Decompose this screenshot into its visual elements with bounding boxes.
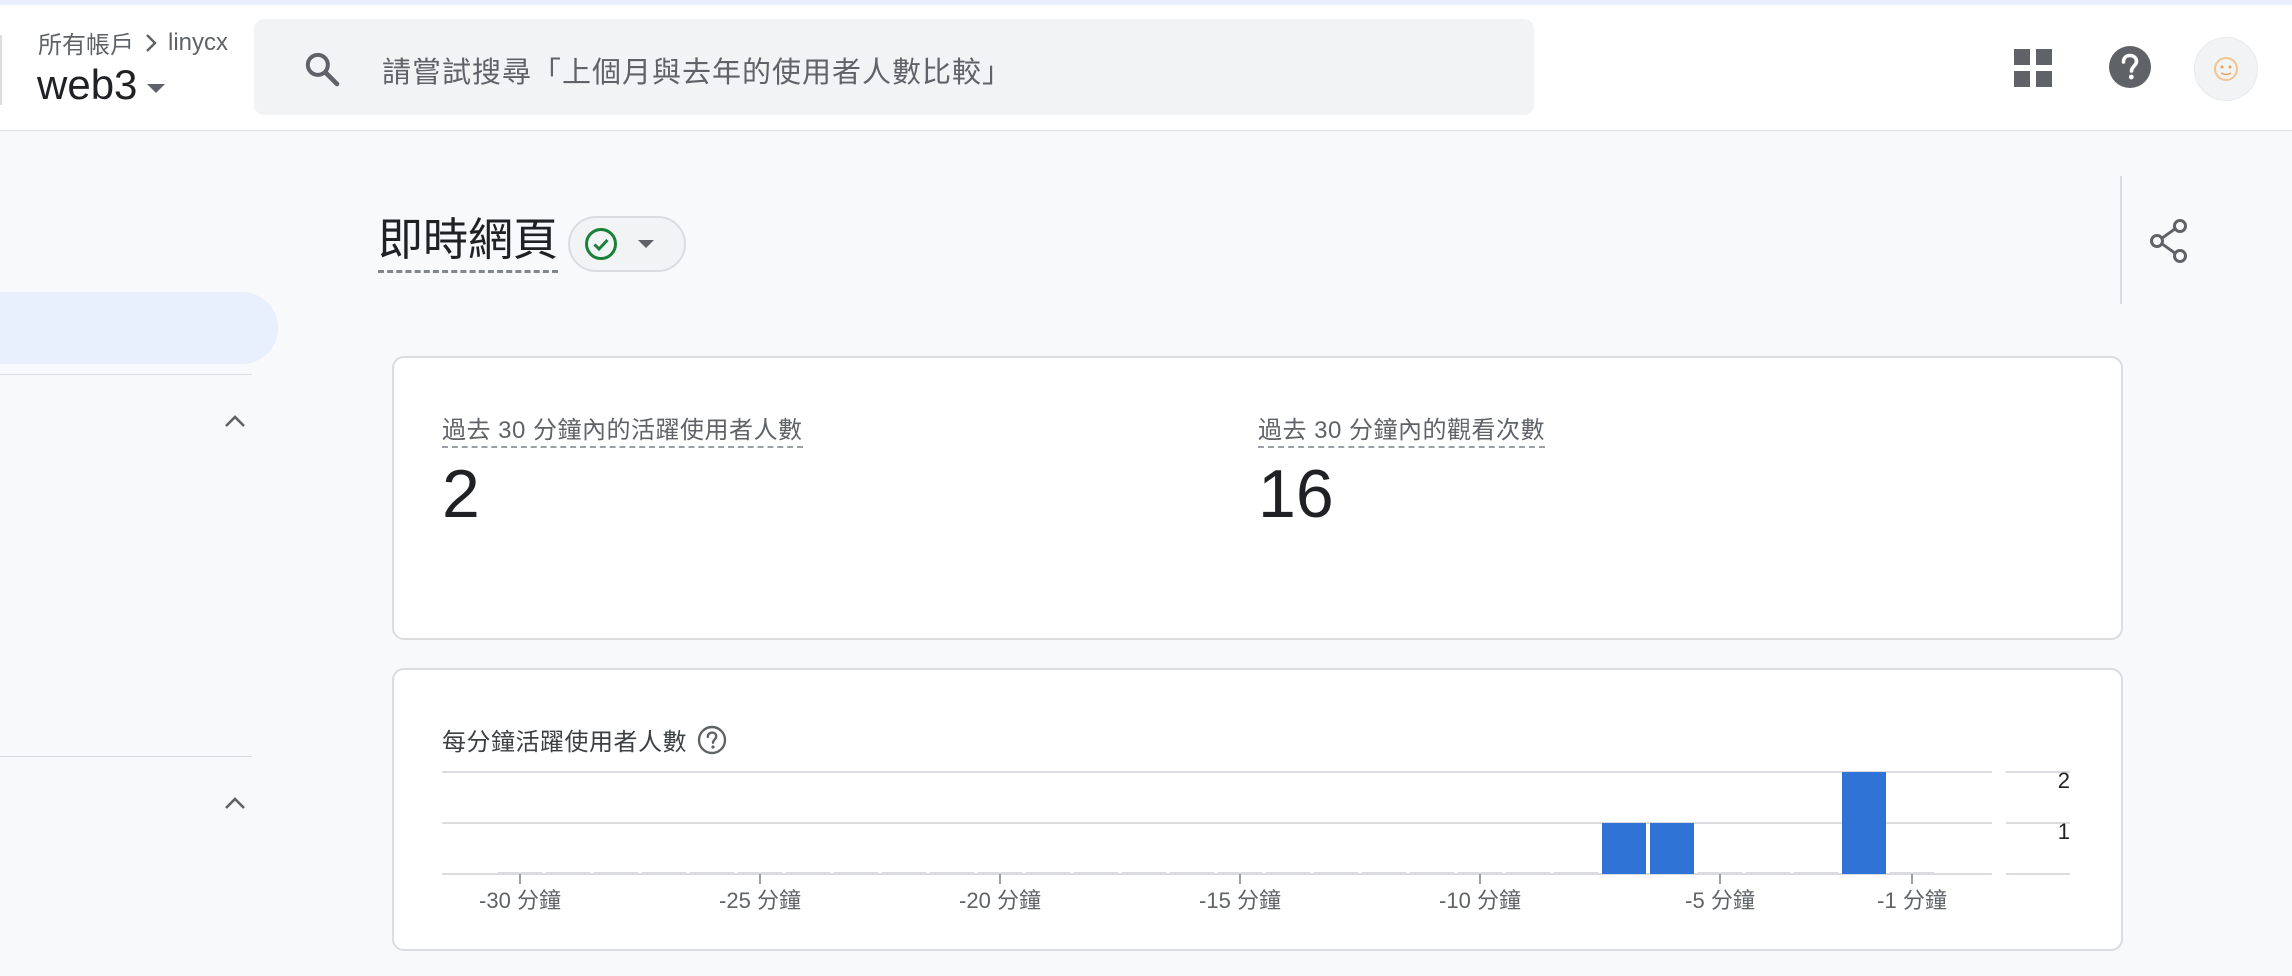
chart-bar [834, 872, 878, 874]
data-quality-chip[interactable] [568, 215, 687, 272]
sidebar-divider [0, 374, 252, 375]
search-icon [305, 52, 340, 87]
search-placeholder: 請嘗試搜尋「上個月與去年的使用者人數比較」 [382, 57, 1013, 89]
chart-bar [642, 872, 686, 874]
chart-bar [1506, 872, 1550, 874]
sidebar-divider [0, 756, 252, 757]
chart-bar [786, 872, 830, 874]
breadcrumb-all-accounts[interactable]: 所有帳戶 [38, 25, 134, 60]
apps-grid-icon[interactable] [2014, 49, 2052, 87]
chart-bar [1314, 872, 1358, 874]
chevron-up-icon[interactable] [222, 412, 248, 430]
avatar[interactable] [2194, 37, 2258, 101]
chart-bar [498, 872, 542, 874]
property-selector[interactable]: web3 [37, 61, 166, 109]
chart-bar [1698, 872, 1742, 874]
caret-down-icon [147, 83, 166, 93]
metric-label[interactable]: 過去 30 分鐘內的活躍使用者人數 [442, 417, 803, 448]
chart-bar [738, 872, 782, 874]
chart-bar [978, 872, 1022, 874]
help-icon[interactable] [2108, 45, 2152, 89]
x-tick-label: -30 分鐘 [479, 888, 561, 913]
avatar-image-icon [2214, 57, 2238, 81]
share-icon[interactable] [2148, 218, 2190, 264]
app-header: 所有帳戶 linycx web3 請嘗試搜尋「上個月與去年的使用者人數比較」 [0, 5, 2292, 131]
toolbar-divider [2120, 176, 2122, 304]
chart-bar [690, 872, 734, 874]
chart-bar [882, 872, 926, 874]
chart-bar [1458, 872, 1502, 874]
chart-bar [1554, 872, 1598, 874]
chart-bar [1650, 823, 1694, 874]
x-tick-label: -5 分鐘 [1685, 888, 1755, 913]
caret-down-icon [638, 239, 655, 248]
x-tick-label: -15 分鐘 [1199, 888, 1281, 913]
property-name: web3 [37, 61, 138, 108]
x-tick-label: -20 分鐘 [959, 888, 1041, 913]
metric-views: 過去 30 分鐘內的觀看次數 16 [1258, 410, 1546, 533]
metric-value: 2 [442, 456, 480, 532]
metric-active-users: 過去 30 分鐘內的活躍使用者人數 2 [442, 410, 803, 533]
users-per-minute-card: 每分鐘活躍使用者人數 2 1 -30 分鐘 -25 分鐘 -20 分鐘 -15 分鐘 -10… [392, 668, 2123, 951]
realtime-metrics-card: 過去 30 分鐘內的活躍使用者人數 2 過去 30 分鐘內的觀看次數 16 [392, 356, 2123, 640]
chart-bar [1074, 872, 1118, 874]
check-circle-icon [585, 227, 618, 260]
breadcrumb-account[interactable]: linycx [168, 29, 228, 57]
chart-bar [1122, 872, 1166, 874]
breadcrumb: 所有帳戶 linycx [38, 25, 228, 60]
x-tick-label: -10 分鐘 [1439, 888, 1521, 913]
metric-label[interactable]: 過去 30 分鐘內的觀看次數 [1258, 417, 1546, 448]
chart-bar [1410, 872, 1454, 874]
chart-bar [1842, 772, 1886, 874]
chart-bar [1794, 872, 1838, 874]
chart-bar [546, 872, 590, 874]
x-tick-label: -1 分鐘 [1877, 888, 1947, 913]
chevron-up-icon[interactable] [222, 794, 248, 812]
page-title-row: 即時網頁 [378, 214, 687, 273]
x-tick-label: -25 分鐘 [719, 888, 801, 913]
chart-bar [594, 872, 638, 874]
chart-bar [1890, 872, 1934, 874]
y-tick-label: 2 [2058, 768, 2070, 793]
chart-bar [1746, 872, 1790, 874]
chart-bar [1602, 823, 1646, 874]
page-title[interactable]: 即時網頁 [378, 214, 559, 273]
chart-bar [1266, 872, 1310, 874]
chart-bar [930, 872, 974, 874]
metric-value: 16 [1258, 456, 1334, 532]
search-bar[interactable]: 請嘗試搜尋「上個月與去年的使用者人數比較」 [254, 19, 1534, 115]
chart-bar [1362, 872, 1406, 874]
y-tick-label: 1 [2058, 819, 2070, 844]
chevron-right-icon [142, 32, 160, 54]
chart-bar [1026, 872, 1070, 874]
header-left-divider [0, 35, 2, 105]
sidebar-selected-item[interactable] [0, 292, 278, 364]
users-per-minute-chart: 2 1 -30 分鐘 -25 分鐘 -20 分鐘 -15 分鐘 -10 分鐘 -5 分鐘 -1 … [442, 768, 2070, 913]
chart-bar [1218, 872, 1262, 874]
chart-bar [1170, 872, 1214, 874]
